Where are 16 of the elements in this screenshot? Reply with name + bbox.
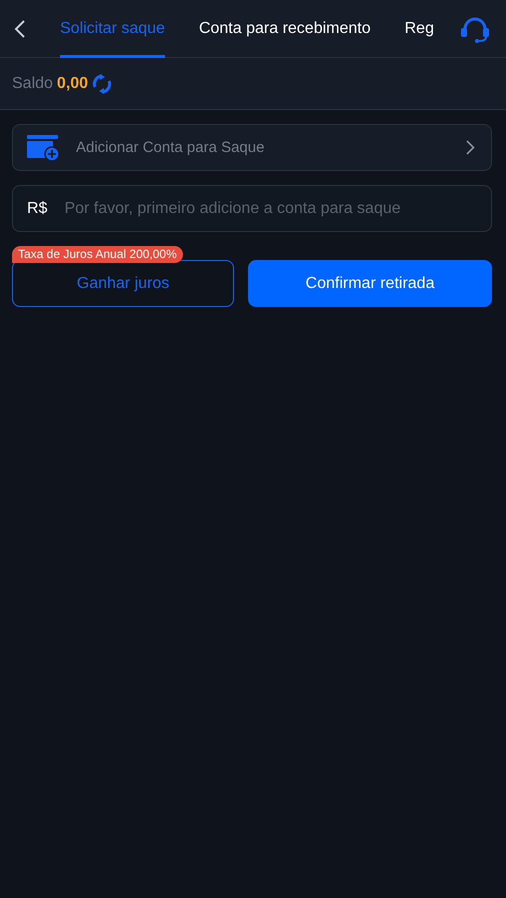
balance-amount: 0,00 (56, 74, 88, 92)
refresh-icon[interactable] (92, 74, 112, 94)
interest-rate-badge: Taxa de Juros Anual 200,00% (12, 246, 183, 263)
confirm-button[interactable]: Confirmar retirada (248, 260, 492, 307)
balance-label: Saldo (12, 74, 53, 92)
currency-label: R$ (27, 200, 48, 218)
add-account-row[interactable]: Adicionar Conta para Saque (12, 124, 492, 171)
amount-field[interactable]: R$ Por favor, primeiro adicione a conta para saque (12, 185, 492, 232)
amount-input[interactable]: Por favor, primeiro adicione a conta para saque (62, 198, 475, 218)
headset-icon[interactable] (460, 14, 490, 42)
chevron-right-icon (466, 140, 475, 155)
wallet-add-icon (27, 134, 59, 160)
interest-button[interactable]: Ganhar juros (12, 260, 234, 307)
back-icon[interactable] (14, 18, 26, 38)
tab[interactable]: Conta para recebimento (198, 0, 371, 58)
tab[interactable]: Reg (404, 0, 434, 58)
